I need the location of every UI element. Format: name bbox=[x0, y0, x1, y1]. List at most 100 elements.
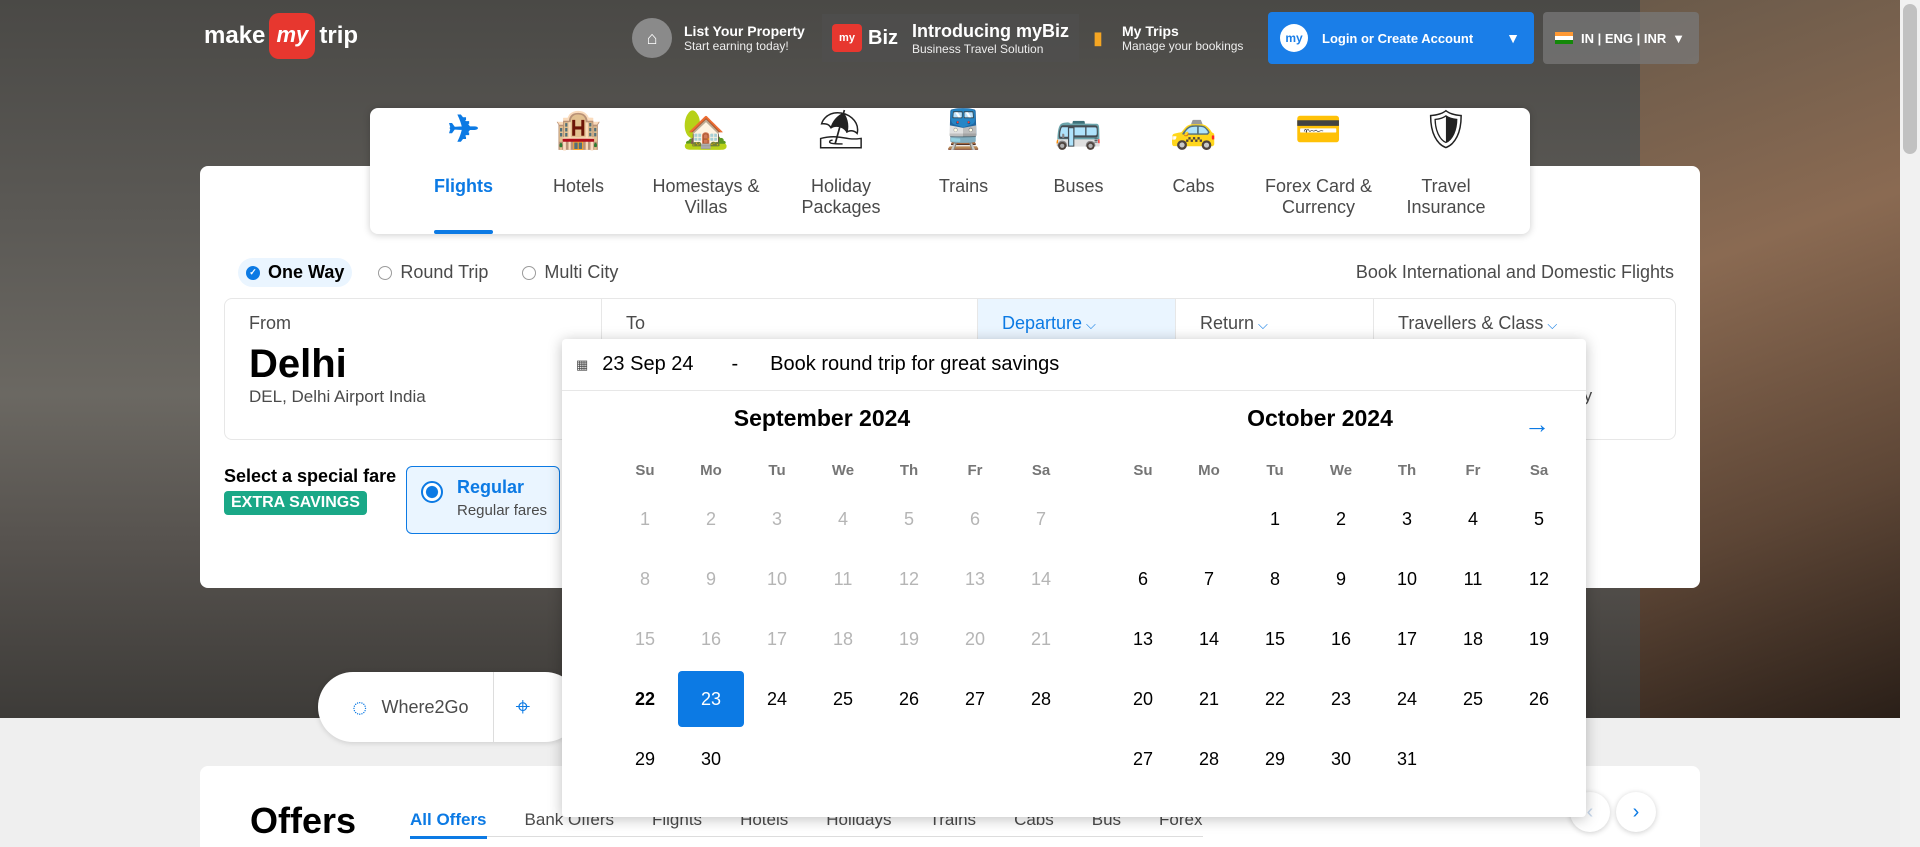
radio-icon bbox=[378, 265, 393, 280]
day-cell[interactable]: 3 bbox=[1374, 489, 1440, 549]
list-property-title: List Your Property bbox=[684, 23, 805, 39]
plane-icon: ✈ bbox=[447, 109, 480, 151]
weekday-label: Mo bbox=[700, 462, 722, 479]
day-cell[interactable]: 10 bbox=[1374, 549, 1440, 609]
month-title: October 2024 bbox=[1247, 405, 1393, 431]
mybiz-icon: my bbox=[832, 24, 862, 52]
day-cell[interactable]: 28 bbox=[1008, 669, 1074, 729]
weekday-label: We bbox=[831, 462, 855, 479]
round-trip-hint[interactable]: Book round trip for great savings bbox=[770, 353, 1059, 376]
trip-type-round-trip[interactable]: Round Trip bbox=[370, 258, 496, 287]
chevron-down-icon: ⌵ bbox=[1086, 317, 1096, 332]
suitcase-icon: ▮ bbox=[1093, 27, 1103, 48]
login-button[interactable]: my Login or Create Account ▼ bbox=[1268, 12, 1534, 64]
day-cell[interactable]: 9 bbox=[1308, 549, 1374, 609]
trip-type-label: One Way bbox=[268, 262, 345, 282]
day-cell[interactable]: 14 bbox=[1176, 609, 1242, 669]
day-cell[interactable]: 2 bbox=[1308, 489, 1374, 549]
day-cell[interactable]: 23 bbox=[678, 671, 744, 727]
day-cell[interactable]: 29 bbox=[1242, 729, 1308, 789]
day-cell[interactable]: 30 bbox=[678, 729, 744, 789]
day-cell[interactable]: 18 bbox=[1440, 609, 1506, 669]
home-icon: 🏡 bbox=[682, 109, 730, 151]
day-cell[interactable]: 11 bbox=[1440, 549, 1506, 609]
day-cell[interactable]: 4 bbox=[1440, 489, 1506, 549]
scrollbar-thumb[interactable] bbox=[1903, 4, 1917, 154]
day-cell: 17 bbox=[766, 629, 788, 649]
day-cell[interactable]: 20 bbox=[1110, 669, 1176, 729]
day-cell: 20 bbox=[964, 629, 986, 649]
day-cell: 10 bbox=[766, 569, 788, 589]
locale-label: IN | ENG | INR bbox=[1581, 30, 1667, 46]
day-cell: 11 bbox=[833, 569, 853, 589]
day-cell[interactable]: 15 bbox=[1242, 609, 1308, 669]
chevron-down-icon: ⌵ bbox=[1258, 317, 1268, 332]
special-fare-title: Select a special fare bbox=[224, 466, 397, 486]
day-cell[interactable]: 24 bbox=[744, 669, 810, 729]
my-trips-sub: Manage your bookings bbox=[1122, 39, 1244, 53]
day-cell[interactable]: 16 bbox=[1308, 609, 1374, 669]
nav-item-cabs[interactable]: 🚕 Cabs bbox=[1136, 108, 1251, 234]
day-cell[interactable]: 19 bbox=[1506, 609, 1572, 669]
day-cell[interactable]: 25 bbox=[810, 669, 876, 729]
day-cell: 1 bbox=[639, 509, 650, 529]
where2go-button[interactable]: ◌ Where2Go ⌖ bbox=[318, 672, 580, 742]
next-month-arrow-icon[interactable]: → bbox=[1524, 409, 1550, 440]
mybiz-word: Biz bbox=[868, 26, 898, 49]
nav-item-flights[interactable]: ✈ Flights bbox=[406, 108, 521, 234]
day-cell[interactable]: 23 bbox=[1308, 669, 1374, 729]
empty-day-cell bbox=[1176, 489, 1242, 549]
day-cell[interactable]: 12 bbox=[1506, 549, 1572, 609]
nav-item-label: Travel Insurance bbox=[1406, 176, 1486, 217]
intl-domestic-text: Book International and Domestic Flights bbox=[1355, 262, 1674, 282]
nav-item-holiday-packages[interactable]: ⛱ Holiday Packages bbox=[776, 108, 906, 234]
trip-type-multi-city[interactable]: Multi City bbox=[514, 258, 626, 287]
locale-selector[interactable]: IN | ENG | INR ▼ bbox=[1543, 12, 1699, 64]
from-field[interactable]: From Delhi DEL, Delhi Airport India bbox=[225, 299, 602, 439]
day-cell[interactable]: 13 bbox=[1110, 609, 1176, 669]
offer-tab[interactable]: All Offers bbox=[410, 810, 487, 839]
weekday-label: Mo bbox=[1198, 462, 1220, 479]
day-cell[interactable]: 27 bbox=[1110, 729, 1176, 789]
weekday-label: Tu bbox=[768, 462, 786, 479]
nav-item-travel-insurance[interactable]: 🛡 Travel Insurance bbox=[1386, 108, 1506, 234]
day-cell[interactable]: 7 bbox=[1176, 549, 1242, 609]
day-cell[interactable]: 8 bbox=[1242, 549, 1308, 609]
train-icon: 🚆 bbox=[939, 109, 988, 151]
logo[interactable]: make my trip bbox=[204, 13, 359, 59]
day-cell[interactable]: 21 bbox=[1176, 669, 1242, 729]
day-cell[interactable]: 28 bbox=[1176, 729, 1242, 789]
day-cell[interactable]: 31 bbox=[1374, 729, 1440, 789]
day-cell[interactable]: 1 bbox=[1242, 489, 1308, 549]
day-cell[interactable]: 17 bbox=[1374, 609, 1440, 669]
my-trips-link[interactable]: ▮ My Trips Manage your bookings bbox=[1086, 14, 1243, 62]
from-city: Delhi bbox=[249, 342, 347, 386]
day-cell[interactable]: 26 bbox=[1506, 669, 1572, 729]
nav-item-forex-card-currency[interactable]: 💳 Forex Card & Currency bbox=[1251, 108, 1386, 234]
trip-type-label: Round Trip bbox=[400, 262, 489, 282]
next-arrow-icon[interactable]: › bbox=[1616, 792, 1656, 832]
logo-text-right: trip bbox=[319, 22, 359, 49]
day-cell[interactable]: 25 bbox=[1440, 669, 1506, 729]
day-cell[interactable]: 30 bbox=[1308, 729, 1374, 789]
day-grid: Su Mo Tu We Th Fr Sa 1 2 3 4 5 6 7 8 9 10 11 12 13 14 15 16 17 1… bbox=[1110, 453, 1549, 789]
list-property-link[interactable]: ⌂ List Your Property Start earning today… bbox=[632, 14, 805, 62]
day-cell[interactable]: 26 bbox=[876, 669, 942, 729]
fare-option-regular[interactable]: Regular Regular fares bbox=[406, 466, 560, 534]
scrollbar[interactable] bbox=[1900, 0, 1920, 847]
day-cell[interactable]: 27 bbox=[942, 669, 1008, 729]
return-label: Return bbox=[1200, 313, 1255, 333]
day-cell[interactable]: 6 bbox=[1110, 549, 1176, 609]
weekday-label: Th bbox=[1397, 462, 1417, 479]
day-cell[interactable]: 24 bbox=[1374, 669, 1440, 729]
day-cell[interactable]: 22 bbox=[612, 669, 678, 729]
nav-item-hotels[interactable]: 🏨 Hotels bbox=[521, 108, 636, 234]
nav-item-homestays-villas[interactable]: 🏡 Homestays & Villas bbox=[636, 108, 776, 234]
nav-item-trains[interactable]: 🚆 Trains bbox=[906, 108, 1021, 234]
nav-item-buses[interactable]: 🚌 Buses bbox=[1021, 108, 1136, 234]
day-cell[interactable]: 5 bbox=[1506, 489, 1572, 549]
day-cell[interactable]: 29 bbox=[612, 729, 678, 789]
mybiz-link[interactable]: my Biz Introducing myBiz Business Travel… bbox=[822, 14, 1079, 62]
trip-type-one-way[interactable]: ✓ One Way bbox=[238, 258, 353, 287]
day-cell[interactable]: 22 bbox=[1242, 669, 1308, 729]
